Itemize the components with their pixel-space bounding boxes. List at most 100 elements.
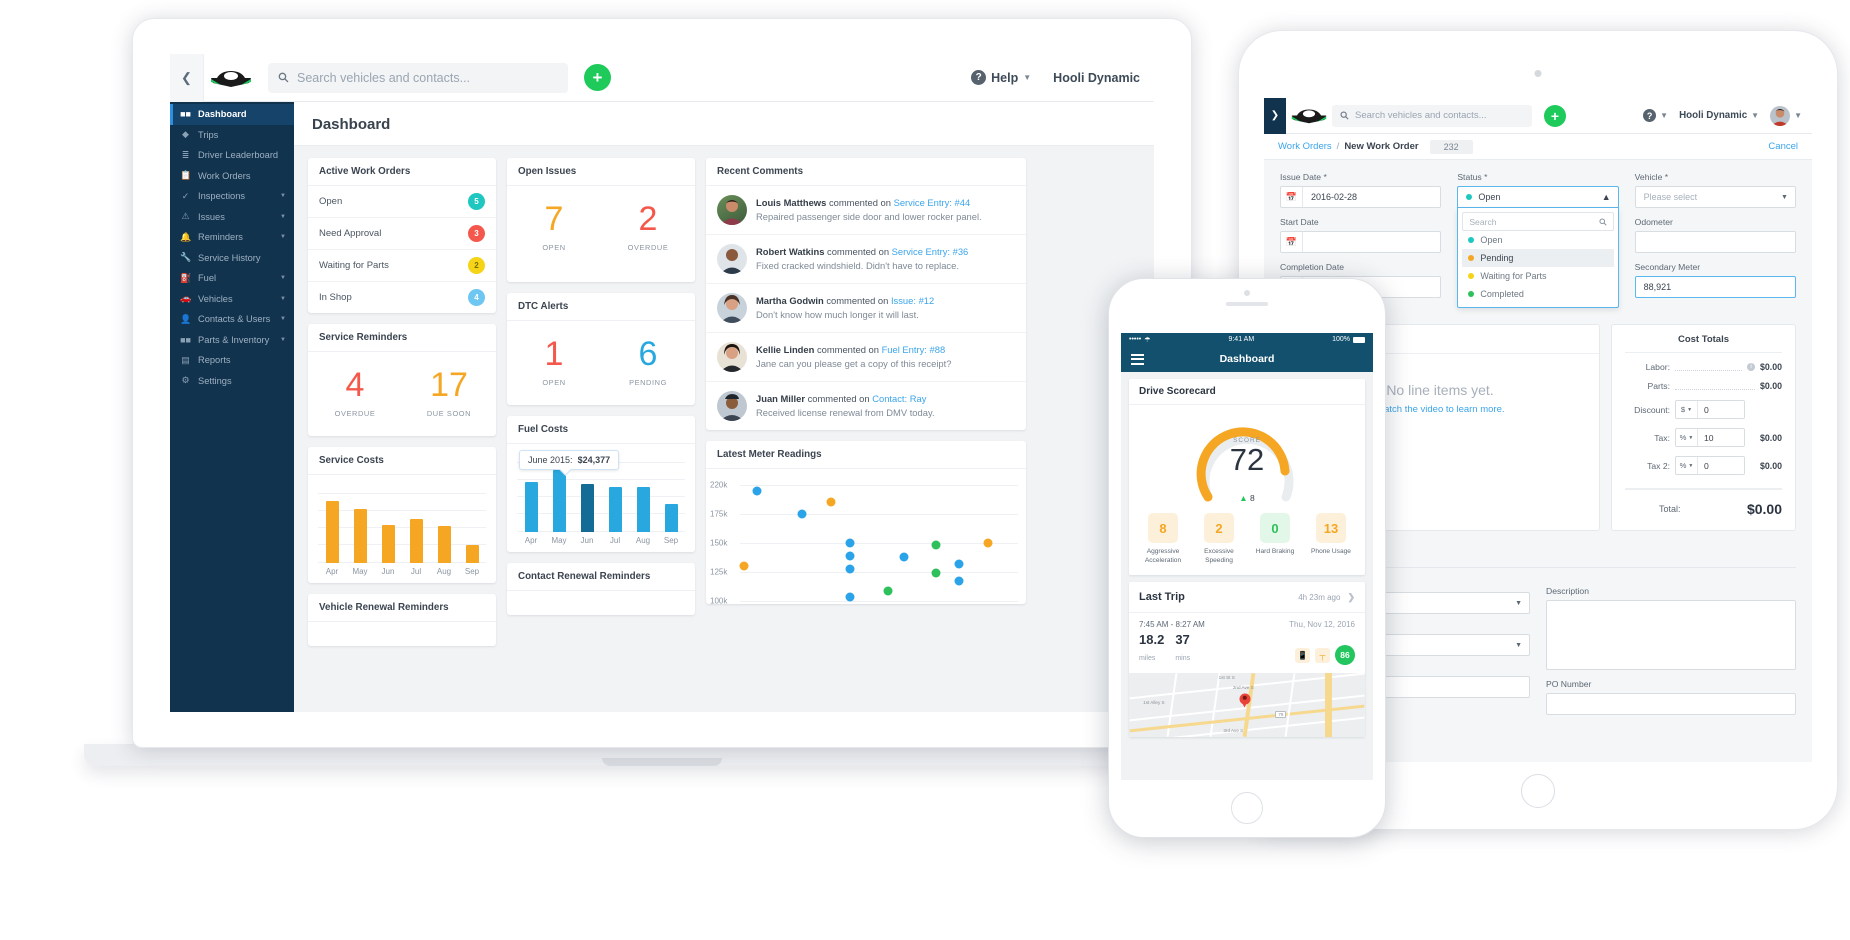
sidebar-item-trips[interactable]: ◆ Trips	[170, 125, 294, 146]
bar-aug[interactable]	[636, 487, 650, 532]
cancel-button[interactable]: Cancel	[1768, 141, 1798, 152]
sidebar-item-issues[interactable]: ⚠ Issues ▼	[170, 207, 294, 228]
scatter-point[interactable]	[797, 509, 807, 519]
sidebar-item-dashboard[interactable]: ■■ Dashboard	[170, 104, 294, 125]
sidebar-expand-button[interactable]: ❯	[1264, 98, 1286, 134]
hamburger-icon[interactable]	[1131, 353, 1144, 365]
help-menu[interactable]: ? Help ▼	[971, 70, 1031, 85]
user-menu[interactable]: ▼	[1770, 105, 1802, 126]
comment-item[interactable]: Robert Watkins commented on Service Entr…	[706, 235, 1026, 284]
scatter-point[interactable]	[931, 540, 941, 550]
scatter-point[interactable]	[899, 552, 909, 562]
stat-open[interactable]: 7 OPEN	[507, 202, 601, 252]
comment-link[interactable]: Contact: Ray	[872, 393, 926, 404]
bar-jul[interactable]	[608, 487, 622, 532]
comment-link[interactable]: Fuel Entry: #88	[882, 344, 946, 355]
start-date-field[interactable]: 📅	[1280, 231, 1442, 253]
stat-pending[interactable]: 6 PENDING	[601, 337, 695, 387]
status-option-pending[interactable]: Pending	[1462, 249, 1614, 267]
description-textarea[interactable]	[1546, 600, 1796, 670]
account-menu[interactable]: Hooli Dynamic	[1053, 71, 1140, 85]
comment-link[interactable]: Service Entry: #44	[894, 197, 971, 208]
bar-sep[interactable]	[465, 545, 479, 563]
metric-aggressive-acceleration[interactable]: 8 Aggressive Acceleration	[1135, 513, 1191, 565]
odometer-field[interactable]	[1634, 231, 1796, 253]
last-trip-header[interactable]: Last Trip 4h 23m ago ❯	[1129, 582, 1365, 614]
scatter-point[interactable]	[954, 559, 964, 569]
scatter-point[interactable]	[931, 568, 941, 578]
status-option-open[interactable]: Open	[1462, 231, 1613, 249]
discount-input-group[interactable]: $ ▼ 0	[1675, 400, 1745, 419]
work-order-row-open[interactable]: Open 5	[308, 186, 496, 218]
secondary-meter-field[interactable]: 88,921	[1634, 276, 1796, 298]
trip-map[interactable]: 1st Alley S 2nd Ave S 1st St S 3rd Ave S…	[1129, 673, 1365, 738]
bar-jun[interactable]	[580, 484, 594, 532]
status-select-value[interactable]: Open ▲	[1457, 186, 1619, 208]
add-button[interactable]: +	[584, 64, 611, 91]
sidebar-item-driver-leaderboard[interactable]: ≣ Driver Leaderboard	[170, 145, 294, 166]
scatter-point[interactable]	[883, 586, 893, 596]
breadcrumb-work-orders[interactable]: Work Orders	[1278, 141, 1332, 152]
comment-item[interactable]: Kellie Linden commented on Fuel Entry: #…	[706, 333, 1026, 382]
scatter-point[interactable]	[826, 497, 836, 507]
po-number-field[interactable]	[1546, 693, 1796, 715]
sidebar-item-work-orders[interactable]: 📋 Work Orders	[170, 166, 294, 187]
info-icon[interactable]: i	[1746, 363, 1755, 371]
metric-hard-braking[interactable]: 0 Hard Braking	[1247, 513, 1303, 565]
work-order-row-in-shop[interactable]: In Shop 4	[308, 282, 496, 313]
sidebar-item-inspections[interactable]: ✓ Inspections ▼	[170, 186, 294, 207]
account-menu[interactable]: Hooli Dynamic ▼	[1679, 110, 1759, 121]
scatter-point[interactable]	[739, 561, 749, 571]
tax-unit-select[interactable]: % ▼	[1676, 429, 1698, 446]
tax-input-group[interactable]: % ▼ 10	[1675, 428, 1745, 447]
scatter-point[interactable]	[845, 538, 855, 548]
stat-overdue[interactable]: 4 OVERDUE	[308, 368, 402, 418]
scatter-point[interactable]	[845, 551, 855, 561]
add-button[interactable]: +	[1544, 104, 1566, 127]
comment-item[interactable]: Juan Miller commented on Contact: Ray Re…	[706, 382, 1026, 430]
scatter-point[interactable]	[752, 486, 762, 496]
bar-apr[interactable]	[524, 482, 538, 532]
bar-aug[interactable]	[437, 526, 451, 563]
sidebar-item-parts-inventory[interactable]: ■■ Parts & Inventory ▼	[170, 330, 294, 351]
status-option-waiting-for-parts[interactable]: Waiting for Parts	[1462, 267, 1613, 285]
tablet-home-button[interactable]	[1521, 774, 1555, 808]
bar-sep[interactable]	[664, 504, 678, 532]
help-menu[interactable]: ? ▼	[1643, 109, 1668, 122]
comment-item[interactable]: Martha Godwin commented on Issue: #12 Do…	[706, 284, 1026, 333]
metric-phone-usage[interactable]: 13 Phone Usage	[1303, 513, 1359, 565]
phone-home-button[interactable]	[1231, 792, 1263, 824]
stat-open[interactable]: 1 OPEN	[507, 337, 601, 387]
stat-overdue[interactable]: 2 OVERDUE	[601, 202, 695, 252]
discount-unit-select[interactable]: $ ▼	[1676, 401, 1698, 418]
search-input[interactable]: Search vehicles and contacts...	[1332, 104, 1532, 127]
app-logo[interactable]	[204, 67, 258, 89]
search-input[interactable]: Search vehicles and contacts...	[268, 62, 568, 93]
tax2-input-group[interactable]: % ▼ 0	[1675, 456, 1745, 475]
issue-date-field[interactable]: 📅 2016-02-28	[1280, 186, 1442, 208]
metric-excessive-speeding[interactable]: 2 Excessive Speeding	[1191, 513, 1247, 565]
status-select[interactable]: Open ▲ Search Open Pending Waiting for P…	[1457, 186, 1619, 308]
app-logo[interactable]	[1286, 106, 1332, 125]
sidebar-item-settings[interactable]: ⚙ Settings	[170, 371, 294, 392]
sidebar-item-vehicles[interactable]: 🚗 Vehicles ▼	[170, 289, 294, 310]
bar-apr[interactable]	[325, 501, 339, 563]
scatter-point[interactable]	[983, 538, 993, 548]
scatter-point[interactable]	[845, 592, 855, 602]
sidebar-collapse-button[interactable]: ❮	[170, 54, 204, 102]
comment-link[interactable]: Issue: #12	[891, 295, 934, 306]
tax2-unit-select[interactable]: % ▼	[1676, 457, 1698, 474]
comment-item[interactable]: Louis Matthews commented on Service Entr…	[706, 186, 1026, 235]
bar-jul[interactable]	[409, 519, 423, 563]
scatter-point[interactable]	[954, 576, 964, 586]
sidebar-item-contacts-users[interactable]: 👤 Contacts & Users ▼	[170, 309, 294, 330]
work-order-row-need-approval[interactable]: Need Approval 3	[308, 218, 496, 250]
sidebar-item-reports[interactable]: ▤ Reports	[170, 350, 294, 371]
work-order-row-waiting-for-parts[interactable]: Waiting for Parts 2	[308, 250, 496, 282]
scatter-point[interactable]	[845, 564, 855, 574]
sidebar-item-service-history[interactable]: 🔧 Service History	[170, 248, 294, 269]
sidebar-item-reminders[interactable]: 🔔 Reminders ▼	[170, 227, 294, 248]
status-option-completed[interactable]: Completed	[1462, 285, 1613, 303]
work-order-number-input[interactable]: 232	[1429, 139, 1473, 154]
bar-jun[interactable]	[381, 525, 395, 563]
